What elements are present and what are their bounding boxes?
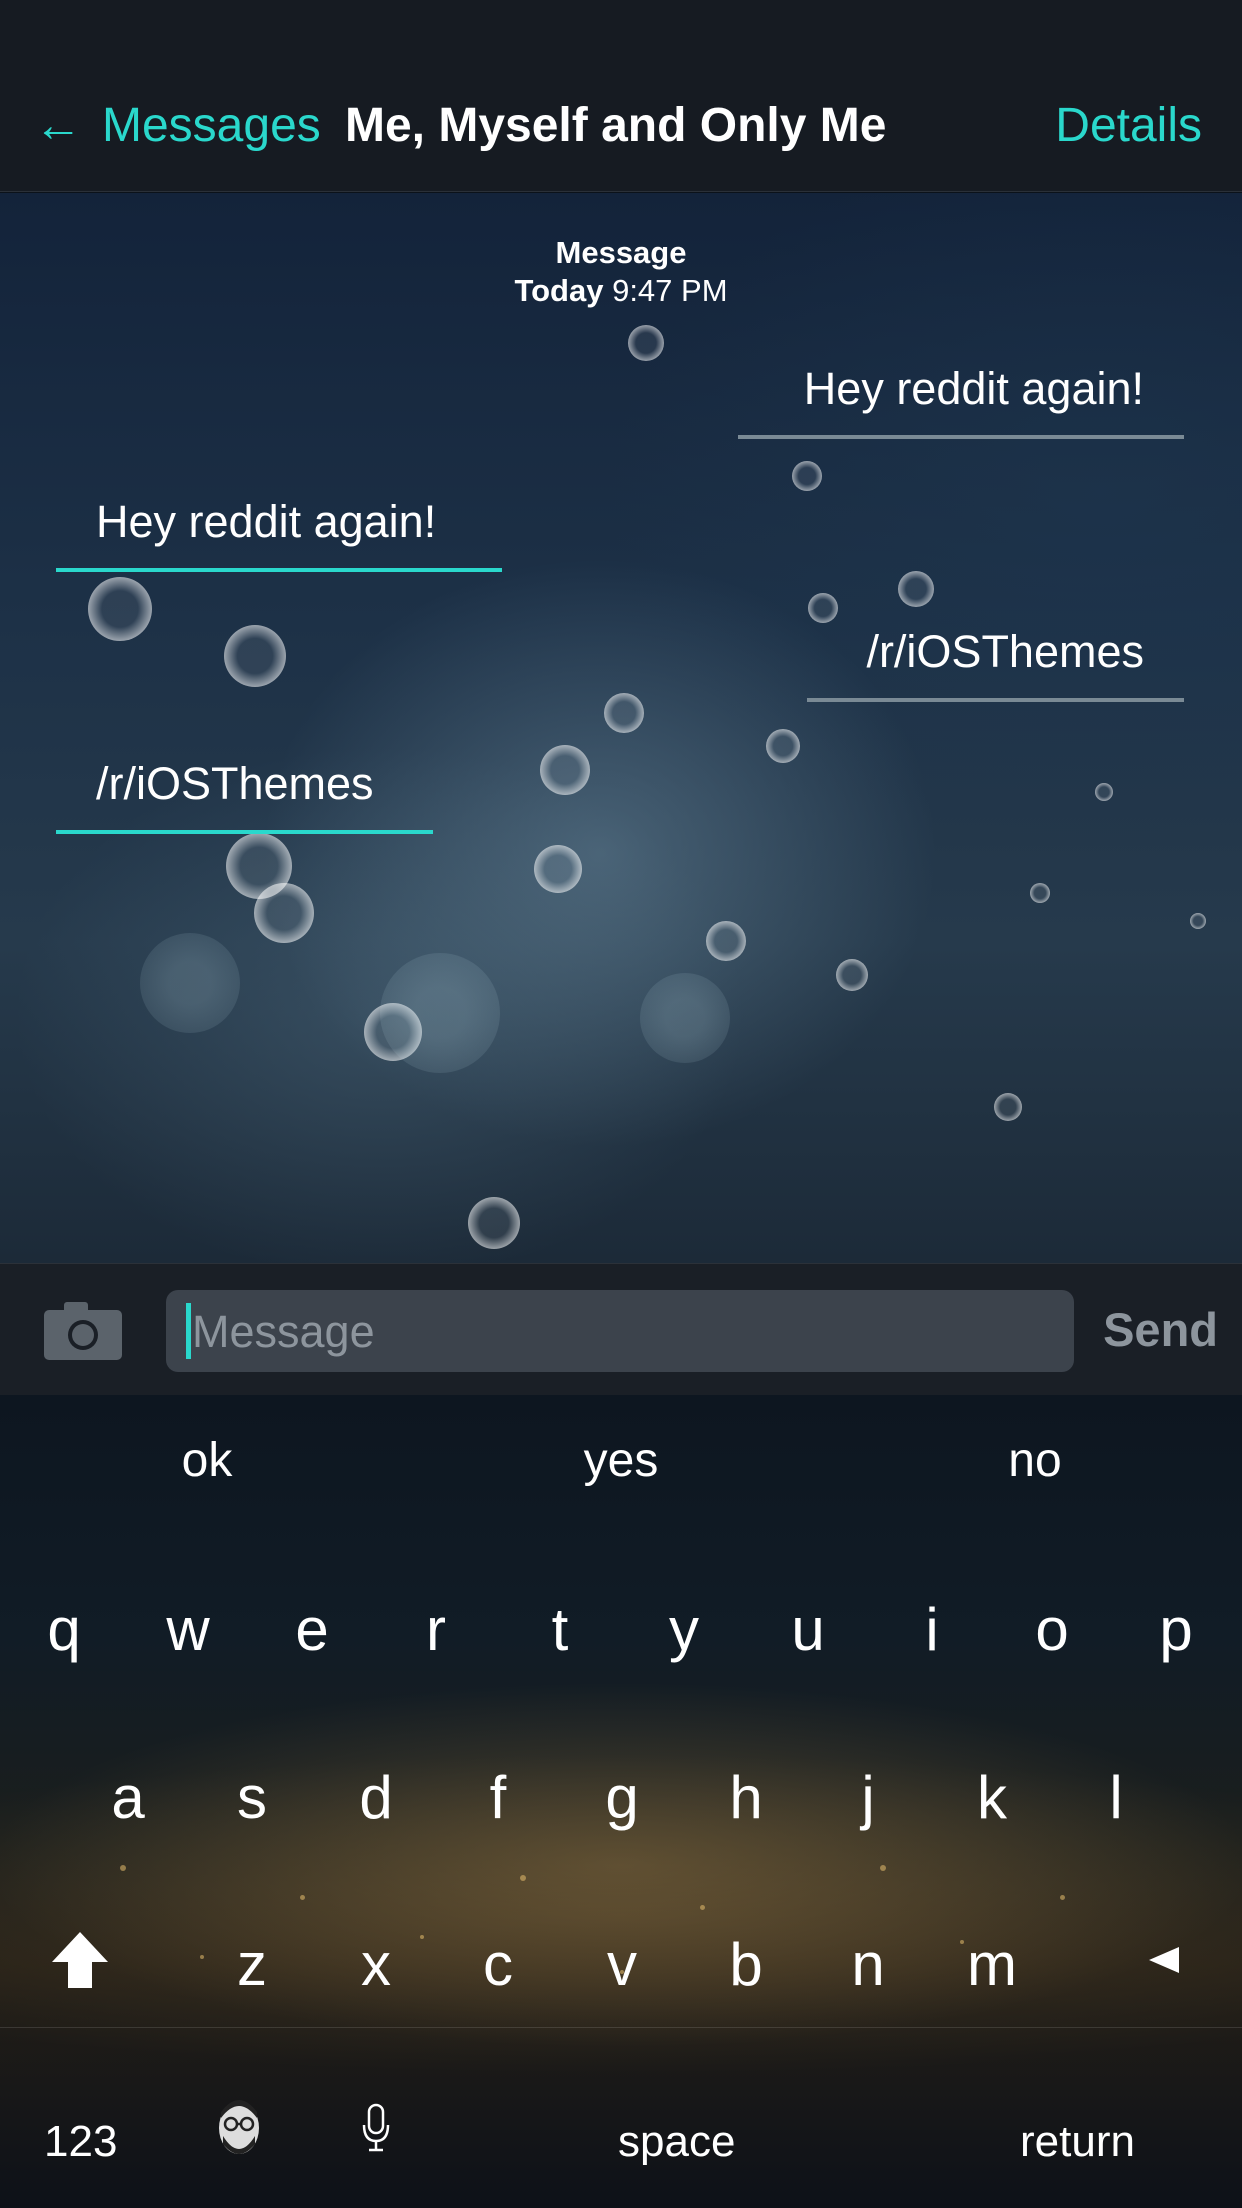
suggestion-yes[interactable]: yes xyxy=(414,1433,828,1488)
suggestion-ok[interactable]: ok xyxy=(0,1433,414,1488)
keyboard: ok yes no q w e r t y u i o p a s d f g … xyxy=(0,1395,1242,2208)
message-text: /r/iOSThemes xyxy=(866,626,1144,677)
key-b[interactable]: b xyxy=(684,1930,808,1999)
key-g[interactable]: g xyxy=(560,1763,684,1832)
bokeh-decoration xyxy=(380,953,500,1073)
message-underline xyxy=(738,435,1184,439)
message-text: Hey reddit again! xyxy=(803,363,1144,414)
bokeh-decoration xyxy=(836,959,868,991)
key-o[interactable]: o xyxy=(990,1595,1114,1664)
bokeh-decoration xyxy=(628,325,664,361)
key-f[interactable]: f xyxy=(436,1763,560,1832)
incoming-message[interactable]: Hey reddit again! xyxy=(56,496,502,572)
bokeh-decoration xyxy=(534,845,582,893)
bokeh-decoration xyxy=(640,973,730,1063)
key-i[interactable]: i xyxy=(870,1595,994,1664)
space-key[interactable]: space xyxy=(618,2117,735,2167)
key-x[interactable]: x xyxy=(314,1930,438,1999)
suggestion-no[interactable]: no xyxy=(828,1433,1242,1488)
send-button[interactable]: Send xyxy=(1103,1302,1218,1357)
key-l[interactable]: l xyxy=(1054,1763,1178,1832)
message-underline xyxy=(56,568,502,572)
bokeh-decoration xyxy=(468,1197,520,1249)
glitter-decoration xyxy=(300,1895,305,1900)
emoji-face-icon[interactable] xyxy=(212,2098,266,2160)
message-underline xyxy=(807,698,1184,702)
key-h[interactable]: h xyxy=(684,1763,808,1832)
glitter-decoration xyxy=(700,1905,705,1910)
bokeh-decoration xyxy=(766,729,800,763)
back-button[interactable]: ← Messages xyxy=(34,96,321,156)
shift-icon[interactable] xyxy=(48,1928,112,1992)
bokeh-decoration xyxy=(1030,883,1050,903)
bokeh-decoration xyxy=(604,693,644,733)
key-v[interactable]: v xyxy=(560,1930,684,1999)
navigation-bar: ← Messages Me, Myself and Only Me Detail… xyxy=(0,0,1242,192)
back-arrow-icon: ← xyxy=(34,99,82,152)
timestamp-day: Today xyxy=(514,273,604,308)
bokeh-decoration xyxy=(88,577,152,641)
key-a[interactable]: a xyxy=(66,1763,190,1832)
incoming-message[interactable]: /r/iOSThemes xyxy=(56,758,433,834)
outgoing-message[interactable]: /r/iOSThemes xyxy=(807,626,1184,702)
key-j[interactable]: j xyxy=(806,1763,930,1832)
key-m[interactable]: m xyxy=(930,1930,1054,1999)
numbers-key[interactable]: 123 xyxy=(44,2117,117,2167)
key-p[interactable]: p xyxy=(1114,1595,1238,1664)
key-u[interactable]: u xyxy=(746,1595,870,1664)
bokeh-decoration xyxy=(706,921,746,961)
timestamp: Today 9:47 PM xyxy=(0,273,1242,309)
message-text: Hey reddit again! xyxy=(96,496,437,547)
bokeh-decoration xyxy=(140,933,240,1033)
conversation-view[interactable]: Message Today 9:47 PM Hey reddit again! … xyxy=(0,193,1242,1263)
key-e[interactable]: e xyxy=(250,1595,374,1664)
timestamp-label: Message xyxy=(555,235,687,270)
key-w[interactable]: w xyxy=(126,1595,250,1664)
back-label: Messages xyxy=(102,99,321,152)
bokeh-decoration xyxy=(224,625,286,687)
text-cursor xyxy=(186,1303,191,1359)
key-q[interactable]: q xyxy=(2,1595,126,1664)
key-t[interactable]: t xyxy=(498,1595,622,1664)
glitter-decoration xyxy=(120,1865,126,1871)
timestamp-time: 9:47 PM xyxy=(612,273,728,308)
glitter-decoration xyxy=(520,1875,526,1881)
bokeh-decoration xyxy=(808,593,838,623)
details-button[interactable]: Details xyxy=(1055,96,1202,156)
key-y[interactable]: y xyxy=(622,1595,746,1664)
key-k[interactable]: k xyxy=(930,1763,1054,1832)
key-c[interactable]: c xyxy=(436,1930,560,1999)
message-input-placeholder: Message xyxy=(192,1306,375,1357)
key-r[interactable]: r xyxy=(374,1595,498,1664)
bokeh-decoration xyxy=(898,571,934,607)
microphone-icon[interactable] xyxy=(360,2103,392,2153)
conversation-title: Me, Myself and Only Me xyxy=(345,99,887,152)
message-underline xyxy=(56,830,433,834)
message-composer: Message Send xyxy=(0,1263,1242,1395)
message-text: /r/iOSThemes xyxy=(96,758,374,809)
bokeh-decoration xyxy=(254,883,314,943)
key-s[interactable]: s xyxy=(190,1763,314,1832)
delete-icon[interactable] xyxy=(1145,1945,1181,1975)
return-key[interactable]: return xyxy=(1020,2117,1135,2167)
bokeh-decoration xyxy=(540,745,590,795)
outgoing-message[interactable]: Hey reddit again! xyxy=(738,363,1184,439)
bokeh-decoration xyxy=(994,1093,1022,1121)
bokeh-decoration xyxy=(1095,783,1113,801)
glitter-decoration xyxy=(880,1865,886,1871)
message-input[interactable]: Message xyxy=(166,1290,1074,1372)
key-d[interactable]: d xyxy=(314,1763,438,1832)
keyboard-divider xyxy=(0,2027,1242,2028)
key-z[interactable]: z xyxy=(190,1930,314,1999)
bokeh-decoration xyxy=(1190,913,1206,929)
key-n[interactable]: n xyxy=(806,1930,930,1999)
camera-icon[interactable] xyxy=(44,1300,122,1360)
bokeh-decoration xyxy=(792,461,822,491)
glitter-decoration xyxy=(1060,1895,1065,1900)
